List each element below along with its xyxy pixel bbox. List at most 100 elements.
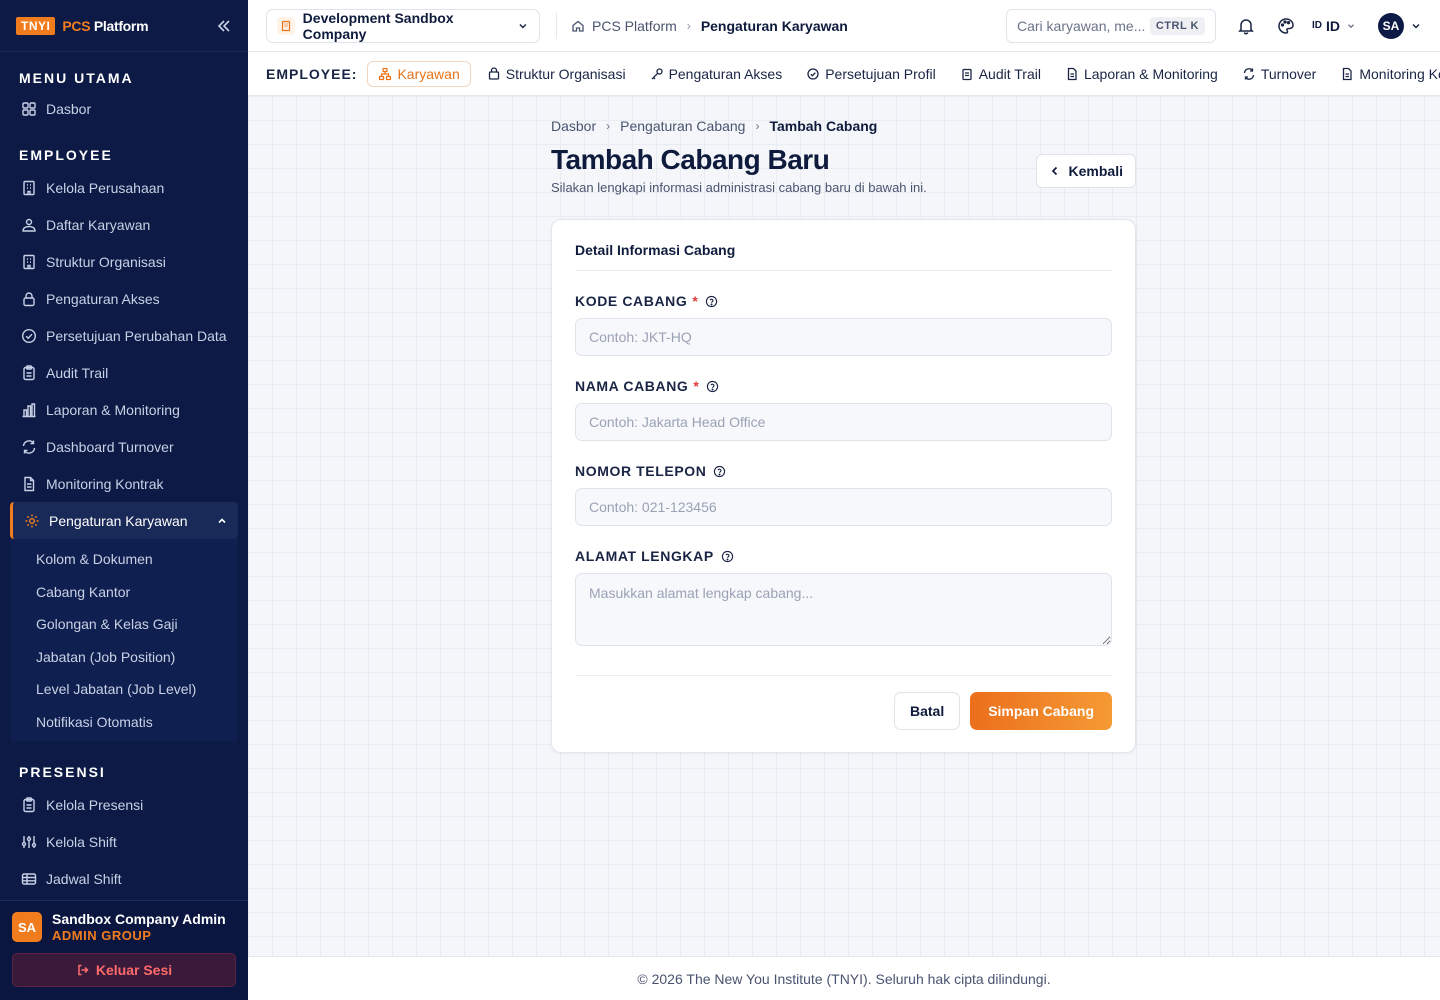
- topbar-breadcrumb: PCS Platform › Pengaturan Karyawan: [556, 12, 848, 39]
- sidebar-item-audit-trail[interactable]: Audit Trail: [0, 354, 248, 391]
- sidebar-subitem-jabatan[interactable]: Jabatan (Job Position): [10, 641, 238, 674]
- cancel-button[interactable]: Batal: [893, 692, 961, 730]
- kode-cabang-input[interactable]: [575, 318, 1112, 356]
- tab-audit-trail[interactable]: Audit Trail: [960, 66, 1041, 82]
- breadcrumb: Dasbor › Pengaturan Cabang › Tambah Caba…: [551, 118, 1136, 134]
- sidebar-item-persetujuan-perubahan-data[interactable]: Persetujuan Perubahan Data: [0, 317, 248, 354]
- search-input[interactable]: Cari karyawan, me...: [1017, 18, 1145, 34]
- branch-form-card: Detail Informasi Cabang KODE CABANG * NA…: [551, 219, 1136, 753]
- sidebar-item-label: Kelola Perusahaan: [46, 179, 165, 196]
- sidebar-item-dashboard-turnover[interactable]: Dashboard Turnover: [0, 428, 248, 465]
- sidebar-item-pengaturan-karyawan[interactable]: Pengaturan Karyawan: [10, 502, 238, 539]
- help-circle-icon[interactable]: [713, 465, 726, 478]
- refresh-icon: [1243, 67, 1254, 80]
- sidebar-item-kelola-perusahaan[interactable]: Kelola Perusahaan: [0, 169, 248, 206]
- save-branch-button[interactable]: Simpan Cabang: [970, 692, 1112, 730]
- chevron-down-icon[interactable]: [1410, 20, 1422, 32]
- lock-icon: [23, 291, 35, 306]
- users-icon: [22, 218, 36, 232]
- sidebar-item-dasbor[interactable]: Dasbor: [0, 90, 248, 127]
- table-icon: [21, 872, 37, 885]
- org-icon: [379, 67, 392, 80]
- tab-monitoring-kontrak[interactable]: Monitoring Kontrak: [1340, 66, 1440, 82]
- tab-struktur-organisasi[interactable]: Struktur Organisasi: [487, 66, 626, 82]
- sidebar-item-label: Monitoring Kontrak: [46, 475, 164, 492]
- field-label: NAMA CABANG: [575, 378, 689, 394]
- chevron-left-icon: [1051, 166, 1057, 176]
- collapse-sidebar-button[interactable]: [216, 18, 232, 34]
- tab-pengaturan-akses[interactable]: Pengaturan Akses: [650, 66, 782, 82]
- breadcrumb-dasbor[interactable]: Dasbor: [551, 118, 596, 134]
- company-select[interactable]: Development Sandbox Company: [266, 8, 540, 43]
- key-icon: [651, 67, 663, 79]
- form-actions: Batal Simpan Cabang: [575, 675, 1112, 730]
- clipboard-icon: [962, 68, 972, 80]
- sidebar-item-label: Daftar Karyawan: [46, 216, 151, 233]
- sidebar-item-label: Kelola Presensi: [46, 796, 144, 813]
- sidebar-item-struktur-organisasi[interactable]: Struktur Organisasi: [0, 243, 248, 280]
- module-tabbar: EMPLOYEE: Karyawan Struktur Organisasi P…: [248, 52, 1440, 96]
- palette-icon[interactable]: [1276, 16, 1296, 36]
- chart-icon: [22, 402, 36, 417]
- brand: TNYI PCS Platform: [0, 0, 248, 52]
- topbar-crumb-root[interactable]: PCS Platform: [592, 18, 677, 34]
- building-icon: [488, 66, 499, 80]
- help-circle-icon[interactable]: [705, 295, 718, 308]
- tab-turnover[interactable]: Turnover: [1242, 66, 1316, 82]
- sidebar-user-panel: SA Sandbox Company Admin ADMIN GROUP Kel…: [0, 900, 248, 1000]
- alamat-lengkap-textarea[interactable]: [575, 573, 1112, 646]
- sidebar-item-label: Audit Trail: [46, 364, 109, 381]
- required-mark: *: [693, 378, 700, 394]
- tab-laporan-monitoring[interactable]: Laporan & Monitoring: [1065, 66, 1218, 82]
- field-kode-cabang: KODE CABANG *: [575, 293, 1112, 356]
- help-circle-icon[interactable]: [706, 380, 719, 393]
- nama-cabang-input[interactable]: [575, 403, 1112, 441]
- sidebar-item-monitoring-kontrak[interactable]: Monitoring Kontrak: [0, 465, 248, 502]
- logout-label: Keluar Sesi: [95, 962, 173, 978]
- sidebar-item-jadwal-shift[interactable]: Jadwal Shift: [0, 860, 248, 897]
- help-circle-icon[interactable]: [721, 550, 734, 563]
- topbar: Development Sandbox Company PCS Platform…: [248, 0, 1440, 52]
- back-button[interactable]: Kembali: [1035, 154, 1136, 188]
- sidebar-subitem-cabang-kantor[interactable]: Cabang Kantor: [10, 576, 238, 609]
- sidebar-subitem-level-jabatan[interactable]: Level Jabatan (Job Level): [10, 673, 238, 706]
- tab-persetujuan-profil[interactable]: Persetujuan Profil: [806, 66, 936, 82]
- field-alamat-lengkap: ALAMAT LENGKAP: [575, 548, 1112, 651]
- sidebar-subnav: Kolom & Dokumen Cabang Kantor Golongan &…: [10, 539, 238, 742]
- logout-button[interactable]: Keluar Sesi: [12, 953, 236, 987]
- sidebar-subitem-notifikasi-otomatis[interactable]: Notifikasi Otomatis: [10, 706, 238, 739]
- file-icon: [1067, 67, 1077, 80]
- sidebar-subitem-kolom-dokumen[interactable]: Kolom & Dokumen: [10, 543, 238, 576]
- check-circle-icon: [807, 67, 819, 80]
- refresh-icon: [22, 439, 36, 454]
- sidebar-item-laporan-monitoring[interactable]: Laporan & Monitoring: [0, 391, 248, 428]
- sidebar-item-pengaturan-akses[interactable]: Pengaturan Akses: [0, 280, 248, 317]
- chevron-right-icon: ›: [606, 119, 611, 133]
- sidebar-item-label: Kelola Shift: [46, 833, 117, 850]
- field-label: NOMOR TELEPON: [575, 463, 707, 479]
- user-role: ADMIN GROUP: [52, 928, 152, 943]
- sidebar-item-daftar-karyawan[interactable]: Daftar Karyawan: [0, 206, 248, 243]
- user-avatar-button[interactable]: SA: [1378, 12, 1404, 39]
- nomor-telepon-input[interactable]: [575, 488, 1112, 526]
- breadcrumb-pengaturan-cabang[interactable]: Pengaturan Cabang: [620, 118, 745, 134]
- chevron-right-icon: ›: [686, 18, 691, 33]
- back-label: Kembali: [1068, 163, 1123, 179]
- topbar-crumb-current: Pengaturan Karyawan: [700, 17, 848, 34]
- chevron-right-icon: ›: [755, 119, 760, 133]
- building-icon: [277, 16, 295, 35]
- language-select[interactable]: ID ID: [1312, 18, 1356, 34]
- grid-icon: [22, 101, 36, 116]
- sidebar-item-kelola-presensi[interactable]: Kelola Presensi: [0, 786, 248, 823]
- language-label: ID: [1326, 17, 1340, 34]
- file-icon: [1343, 67, 1353, 80]
- bell-icon[interactable]: [1236, 16, 1256, 36]
- sidebar-subitem-golongan-kelas-gaji[interactable]: Golongan & Kelas Gaji: [10, 608, 238, 641]
- tab-karyawan[interactable]: Karyawan: [367, 60, 471, 87]
- global-search[interactable]: Cari karyawan, me... CTRL K: [1006, 8, 1216, 43]
- sidebar-item-kelola-shift[interactable]: Kelola Shift: [0, 823, 248, 860]
- gear-icon: [25, 514, 39, 527]
- chevron-down-icon: [1348, 23, 1354, 28]
- company-name: Development Sandbox Company: [302, 9, 454, 42]
- field-label: ALAMAT LENGKAP: [575, 548, 714, 564]
